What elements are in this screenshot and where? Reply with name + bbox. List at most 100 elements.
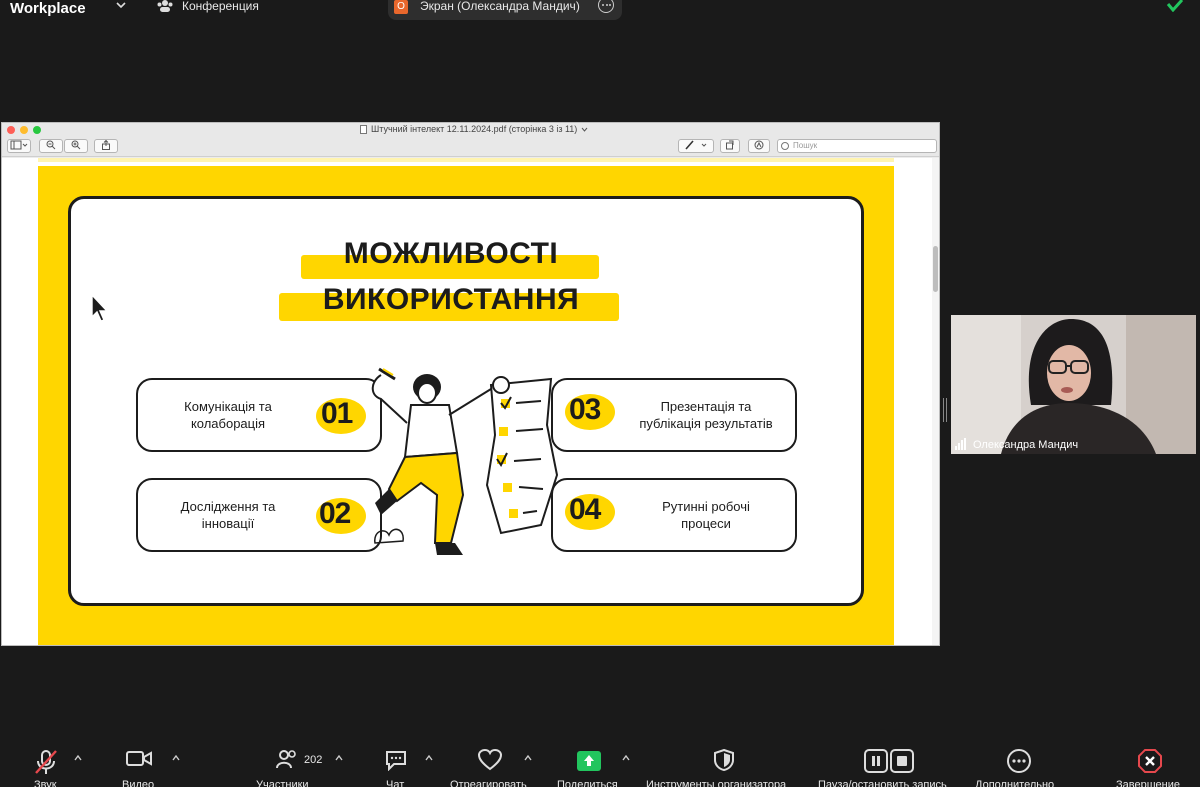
security-shield-icon xyxy=(714,749,734,771)
end-call-icon xyxy=(1138,749,1162,773)
end-label: Завершение xyxy=(1116,779,1180,787)
chevron-down-icon[interactable] xyxy=(114,0,128,12)
chevron-up-icon[interactable] xyxy=(622,755,630,761)
pdf-toolbar: Пошук xyxy=(2,137,939,157)
video-label: Видео xyxy=(122,779,155,787)
top-bar: Workplace Конференция O Экран (Олександр… xyxy=(0,0,1200,22)
slide-card: МОЖЛИВОСТІ ВИКОРИСТАННЯ Комунікація та ко… xyxy=(68,196,864,606)
participants-label: Участники xyxy=(256,779,309,787)
audio-label: Звук xyxy=(34,779,57,787)
host-tools-label: Инструменты организатора xyxy=(646,779,787,787)
conference-info[interactable]: Конференция xyxy=(156,0,259,12)
window-titlebar: Штучний інтелект 12.11.2024.pdf (сторінк… xyxy=(2,123,939,137)
rotate-icon xyxy=(726,140,734,150)
usage-item-02: Дослідження та інновації 02 xyxy=(136,478,382,552)
woman-with-checklist-illustration xyxy=(371,367,559,555)
more-options-icon[interactable] xyxy=(598,0,614,13)
record-controls-button[interactable]: Пауза/остановить запись xyxy=(818,741,960,787)
markup-circle-icon xyxy=(754,140,764,150)
muted-microphone-icon xyxy=(35,750,57,774)
chevron-up-icon[interactable] xyxy=(524,755,532,761)
react-button[interactable]: Отреагировать xyxy=(448,741,538,787)
heart-icon xyxy=(478,749,502,771)
conference-label: Конференция xyxy=(182,0,259,13)
sharer-avatar-badge: O xyxy=(394,0,408,14)
participants-group-icon xyxy=(157,0,173,12)
encryption-check-icon[interactable] xyxy=(1166,0,1184,12)
sidebar-icon xyxy=(10,140,28,150)
item-text: Рутинні робочі xyxy=(662,499,750,514)
zoom-out-icon xyxy=(46,140,56,150)
pdf-document-icon xyxy=(360,124,367,134)
more-label: Дополнительно xyxy=(975,779,1055,787)
item-text: публікація результатів xyxy=(639,416,773,431)
item-text: Дослідження та xyxy=(180,499,276,514)
pen-icon xyxy=(685,140,707,150)
video-button[interactable]: Видео xyxy=(120,741,170,787)
annotate-button[interactable] xyxy=(748,139,770,153)
panel-resize-handle[interactable] xyxy=(943,398,947,422)
more-options-icon xyxy=(1007,749,1031,773)
share-screen-button[interactable]: Поделиться xyxy=(555,741,625,787)
speaker-name: Олександра Мандич xyxy=(973,439,1079,451)
end-meeting-button[interactable]: Завершение xyxy=(1112,741,1192,787)
zoom-in-icon xyxy=(71,140,81,150)
chevron-up-icon[interactable] xyxy=(172,755,180,761)
participants-count: 202 xyxy=(304,754,323,766)
chevron-down-icon[interactable] xyxy=(581,127,588,132)
vertical-scrollbar[interactable] xyxy=(932,158,939,645)
markup-pen-button[interactable] xyxy=(678,139,714,153)
usage-item-01: Комунікація та колаборація 01 xyxy=(136,378,382,452)
zoom-window-button[interactable] xyxy=(33,126,41,134)
speaker-video-tile[interactable]: Олександра Мандич xyxy=(951,315,1196,454)
item-number: 04 xyxy=(569,493,601,526)
pdf-viewer-window: Штучний інтелект 12.11.2024.pdf (сторінк… xyxy=(1,122,940,646)
search-placeholder: Пошук xyxy=(793,141,818,150)
screen-share-label: Экран (Олександра Мандич) xyxy=(420,0,580,13)
share-label: Поделиться xyxy=(557,779,618,787)
participants-icon xyxy=(276,750,296,769)
meeting-controls-bar: Звук Видео 202 Участники Чат Отреагирова… xyxy=(0,741,1200,787)
chevron-up-icon[interactable] xyxy=(335,755,343,761)
pdf-search-input[interactable]: Пошук xyxy=(777,139,937,153)
react-label: Отреагировать xyxy=(450,779,527,787)
slide-title-line-2: ВИКОРИСТАННЯ xyxy=(322,283,580,316)
chevron-up-icon[interactable] xyxy=(425,755,433,761)
minimize-window-button[interactable] xyxy=(20,126,28,134)
chat-label: Чат xyxy=(386,779,405,787)
item-number: 02 xyxy=(319,497,351,530)
mouse-pointer-icon xyxy=(91,293,109,322)
chat-button[interactable]: Чат xyxy=(380,741,420,787)
item-text: інновації xyxy=(201,516,255,531)
screen-share-indicator[interactable]: O Экран (Олександра Мандич) xyxy=(388,0,622,20)
item-text: процеси xyxy=(681,516,731,531)
close-window-button[interactable] xyxy=(7,126,15,134)
more-button[interactable]: Дополнительно xyxy=(975,741,1067,787)
window-title-text: Штучний інтелект 12.11.2024.pdf (сторінк… xyxy=(371,124,578,134)
rotate-page-button[interactable] xyxy=(720,139,740,153)
share-document-button[interactable] xyxy=(94,139,118,153)
item-number: 03 xyxy=(569,393,601,426)
previous-page-edge xyxy=(38,158,894,162)
item-text: Презентація та xyxy=(660,399,752,414)
video-camera-icon xyxy=(126,751,152,766)
record-label: Пауза/остановить запись xyxy=(818,779,947,787)
chevron-up-icon[interactable] xyxy=(74,755,82,761)
sidebar-toggle-button[interactable] xyxy=(7,139,31,153)
chat-bubble-icon xyxy=(386,751,406,771)
connection-signal-icon xyxy=(955,438,966,450)
share-icon xyxy=(102,139,110,150)
zoom-in-button[interactable] xyxy=(64,139,88,153)
audio-button[interactable]: Звук xyxy=(22,741,82,787)
participants-button[interactable]: 202 Участники xyxy=(256,741,336,787)
app-brand: Workplace xyxy=(10,0,86,17)
window-title: Штучний інтелект 12.11.2024.pdf (сторінк… xyxy=(360,124,588,134)
pdf-page-viewport[interactable]: МОЖЛИВОСТІ ВИКОРИСТАННЯ Комунікація та ко… xyxy=(2,158,939,645)
zoom-out-button[interactable] xyxy=(39,139,63,153)
slide-title-line-1: МОЖЛИВОСТІ xyxy=(343,237,559,270)
speaker-video-feed xyxy=(951,315,1196,454)
item-number: 01 xyxy=(321,397,353,430)
share-screen-icon xyxy=(577,751,601,771)
host-tools-button[interactable]: Инструменты организатора xyxy=(646,741,806,787)
scrollbar-thumb[interactable] xyxy=(933,246,938,292)
